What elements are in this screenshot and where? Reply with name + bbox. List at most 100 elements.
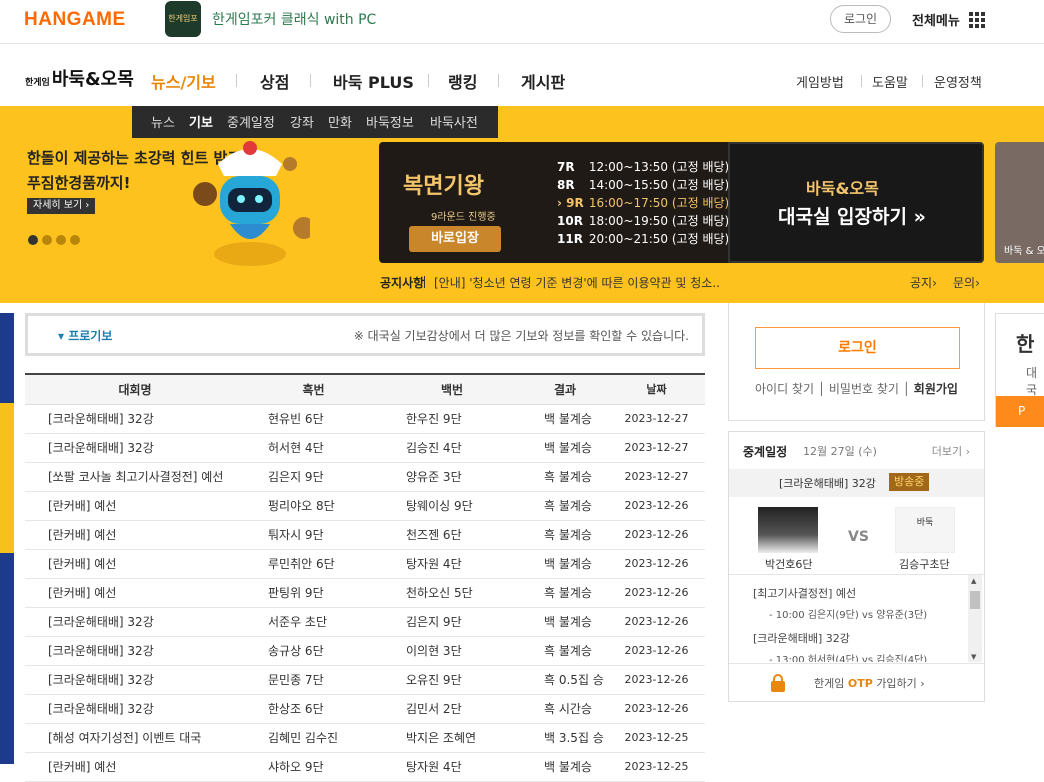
notice-more-link[interactable]: 공지› — [910, 274, 937, 291]
white-player-cell: 김승진 4단 — [382, 433, 522, 463]
table-row[interactable]: [크라운해태배] 32강 문민종 7단 오유진 9단 흑 0.5집 승 2023-12-… — [25, 665, 705, 695]
tournament-cell[interactable]: [란커배] 예선 — [25, 752, 245, 782]
result-cell: 백 불계승 — [522, 607, 608, 637]
black-player-cell: 샤하오 9단 — [245, 752, 382, 782]
tournament-cell[interactable]: [크라운해태배] 32강 — [25, 665, 245, 695]
scroll-down-icon[interactable]: ▼ — [971, 653, 976, 661]
nav-baduk-plus[interactable]: 바둑 PLUS — [333, 69, 414, 93]
carousel-dot[interactable] — [70, 235, 80, 245]
login-button[interactable]: 로그인 — [755, 327, 960, 369]
main-navigation: 한게임 바둑&오목 뉴스/기보 상점 바둑 PLUS 랭킹 게시판 게임방법 도움… — [0, 44, 1044, 106]
hangame-logo[interactable]: HANGAME — [24, 9, 126, 31]
enter-game-room-button[interactable]: 바둑&오목 대국실 입장하기 » — [728, 142, 984, 263]
table-row[interactable]: [크라운해태배] 32강 한상조 6단 김민서 2단 흑 시간승 2023-12-26 — [25, 694, 705, 724]
scroll-thumb[interactable] — [970, 591, 980, 609]
event-enter-button[interactable]: 바로입장 — [409, 226, 501, 252]
carousel-dots[interactable] — [28, 235, 80, 245]
black-player-cell: 펑리야오 8단 — [245, 491, 382, 521]
table-row[interactable]: [크라운해태배] 32강 현유빈 6단 한우진 9단 백 불계승 2023-12-27 — [25, 404, 705, 434]
otp-join-link[interactable]: 한게임 OTP 가입하기 › — [729, 663, 984, 701]
subnav-kibo[interactable]: 기보 — [189, 112, 213, 131]
result-cell: 흑 불계승 — [522, 462, 608, 492]
round-number: › 9R — [557, 196, 584, 210]
all-menu-link[interactable]: 전체메뉴 — [912, 10, 960, 29]
subnav-comic[interactable]: 만화 — [328, 112, 352, 131]
tournament-cell[interactable]: [란커배] 예선 — [25, 491, 245, 521]
promo-more-button[interactable]: 자세히 보기 › — [27, 198, 96, 214]
live-schedule-list[interactable]: [최고기사결정전] 예선 - 10:00 김은지(9단) vs 양유준(3단) … — [729, 574, 984, 662]
tournament-cell[interactable]: [해성 여자기성전] 이벤트 대국 — [25, 723, 245, 753]
find-id-link[interactable]: 아이디 찾기 — [755, 382, 814, 396]
nav-news[interactable]: 뉴스/기보 — [151, 69, 216, 93]
poker-promo-link[interactable]: 한게임포커 클래식 with PC — [212, 9, 376, 29]
util-policy[interactable]: 운영정책 — [934, 72, 982, 91]
nav-shop[interactable]: 상점 — [260, 69, 289, 93]
util-help[interactable]: 도움말 — [872, 72, 908, 91]
live-date: 12월 27일 (수) — [803, 445, 877, 458]
tournament-cell[interactable]: [란커배] 예선 — [25, 520, 245, 550]
live-more-link[interactable]: 더보기 › — [932, 443, 970, 459]
inquiry-link[interactable]: 문의› — [953, 274, 980, 291]
table-row[interactable]: [란커배] 예선 퉈자시 9단 천즈젠 6단 흑 불계승 2023-12-26 — [25, 520, 705, 550]
scroll-up-icon[interactable]: ▲ — [971, 577, 976, 585]
tournament-cell[interactable]: [크라운해태배] 32강 — [25, 404, 245, 434]
subnav-info[interactable]: 바둑정보 — [366, 112, 414, 131]
poker-app-icon[interactable]: 한게임포커 — [165, 1, 201, 59]
table-row[interactable]: [쏘팔 코사놀 최고기사결정전] 예선 김은지 9단 양유준 3단 흑 불계승 2023… — [25, 462, 705, 492]
tournament-cell[interactable]: [크라운해태배] 32강 — [25, 694, 245, 724]
on-air-badge: 방송중 — [889, 473, 930, 491]
tournament-cell[interactable]: [크라운해태배] 32강 — [25, 433, 245, 463]
nav-board[interactable]: 게시판 — [521, 69, 565, 93]
find-password-link[interactable]: 비밀번호 찾기 — [829, 382, 899, 396]
subnav-lecture[interactable]: 강좌 — [290, 112, 314, 131]
tournament-cell[interactable]: [크라운해태배] 32강 — [25, 636, 245, 666]
util-how-to-play[interactable]: 게임방법 — [796, 72, 844, 91]
event-banner[interactable]: 복면기왕 9라운드 진행중 바로입장 7R 12:00~13:50 (고정 배당… — [379, 142, 730, 263]
right-edge-sub: 대국 — [1026, 366, 1038, 397]
tournament-cell[interactable]: [크라운해태배] 32강 — [25, 607, 245, 637]
subnav-schedule[interactable]: 중계일정 — [227, 112, 275, 131]
subnav-news[interactable]: 뉴스 — [151, 112, 175, 131]
tournament-cell[interactable]: [란커배] 예선 — [25, 549, 245, 579]
notice-link[interactable]: [안내] '청소년 연령 기준 변경'에 따른 이용약관 및 청소.. — [434, 274, 720, 291]
column-header: 결과 — [522, 374, 608, 405]
right-edge-button[interactable]: P — [996, 396, 1044, 427]
carousel-dot[interactable] — [42, 235, 52, 245]
schedule-item-title[interactable]: [크라운해태배] 32강 — [753, 630, 850, 646]
schedule-item-title[interactable]: [최고기사결정전] 예선 — [753, 585, 856, 601]
kibo-category-select[interactable]: ▾ 프로기보 — [58, 327, 112, 344]
tournament-cell[interactable]: [란커배] 예선 — [25, 578, 245, 608]
join-link[interactable]: 회원가입 — [914, 382, 958, 396]
nav-ranking[interactable]: 랭킹 — [448, 69, 477, 93]
tournament-cell[interactable]: [쏘팔 코사놀 최고기사결정전] 예선 — [25, 462, 245, 492]
carousel-dot[interactable] — [56, 235, 66, 245]
round-time: 16:00~17:50 (고정 배당) — [588, 196, 730, 210]
right-edge-title: 한 — [1016, 332, 1035, 356]
round-number: 8R — [557, 178, 575, 192]
list-scrollbar[interactable]: ▲ ▼ — [968, 575, 982, 662]
baduk-logo[interactable]: 한게임 바둑&오목 — [25, 65, 134, 91]
right-edge-banner[interactable]: 한 대국 P — [995, 313, 1044, 427]
white-player-cell: 이의현 3단 — [382, 636, 522, 666]
column-header: 대회명 — [25, 374, 245, 405]
round-number: 11R — [557, 232, 583, 246]
side-promo-banner[interactable]: 바둑 & 오 — [995, 142, 1044, 263]
grid-menu-icon[interactable] — [969, 12, 985, 28]
black-player-cell: 송규상 6단 — [245, 636, 382, 666]
side-banner-text: 바둑 & 오 — [1004, 246, 1044, 257]
table-row[interactable]: [크라운해태배] 32강 허서현 4단 김승진 4단 백 불계승 2023-12-27 — [25, 433, 705, 463]
top-login-button[interactable]: 로그인 — [830, 5, 891, 33]
table-row[interactable]: [크라운해태배] 32강 서준우 초단 김은지 9단 백 불계승 2023-12-26 — [25, 607, 705, 637]
table-row[interactable]: [란커배] 예선 펑리야오 8단 탕웨이싱 9단 흑 불계승 2023-12-26 — [25, 491, 705, 521]
subnav-dictionary[interactable]: 바둑사전 — [430, 112, 478, 131]
table-row[interactable]: [란커배] 예선 샤하오 9단 탕자원 4단 백 불계승 2023-12-25 — [25, 752, 705, 782]
date-cell: 2023-12-26 — [608, 578, 705, 608]
table-row[interactable]: [크라운해태배] 32강 송규상 6단 이의현 3단 흑 불계승 2023-12-26 — [25, 636, 705, 666]
table-row[interactable]: [해성 여자기성전] 이벤트 대국 김혜민 김수진 박지은 조혜연 백 3.5집 승2… — [25, 723, 705, 753]
left-edge-banner[interactable] — [0, 313, 14, 764]
table-row[interactable]: [란커배] 예선 루민취안 6단 탕자원 4단 백 불계승 2023-12-26 — [25, 549, 705, 579]
carousel-dot[interactable] — [28, 235, 38, 245]
table-row[interactable]: [란커배] 예선 판팅위 9단 천하오신 5단 흑 불계승 2023-12-26 — [25, 578, 705, 608]
white-player-cell: 김민서 2단 — [382, 694, 522, 724]
top-bar: HANGAME 한게임포커 한게임포커 클래식 with PC 로그인 전체메뉴 — [0, 0, 1044, 59]
